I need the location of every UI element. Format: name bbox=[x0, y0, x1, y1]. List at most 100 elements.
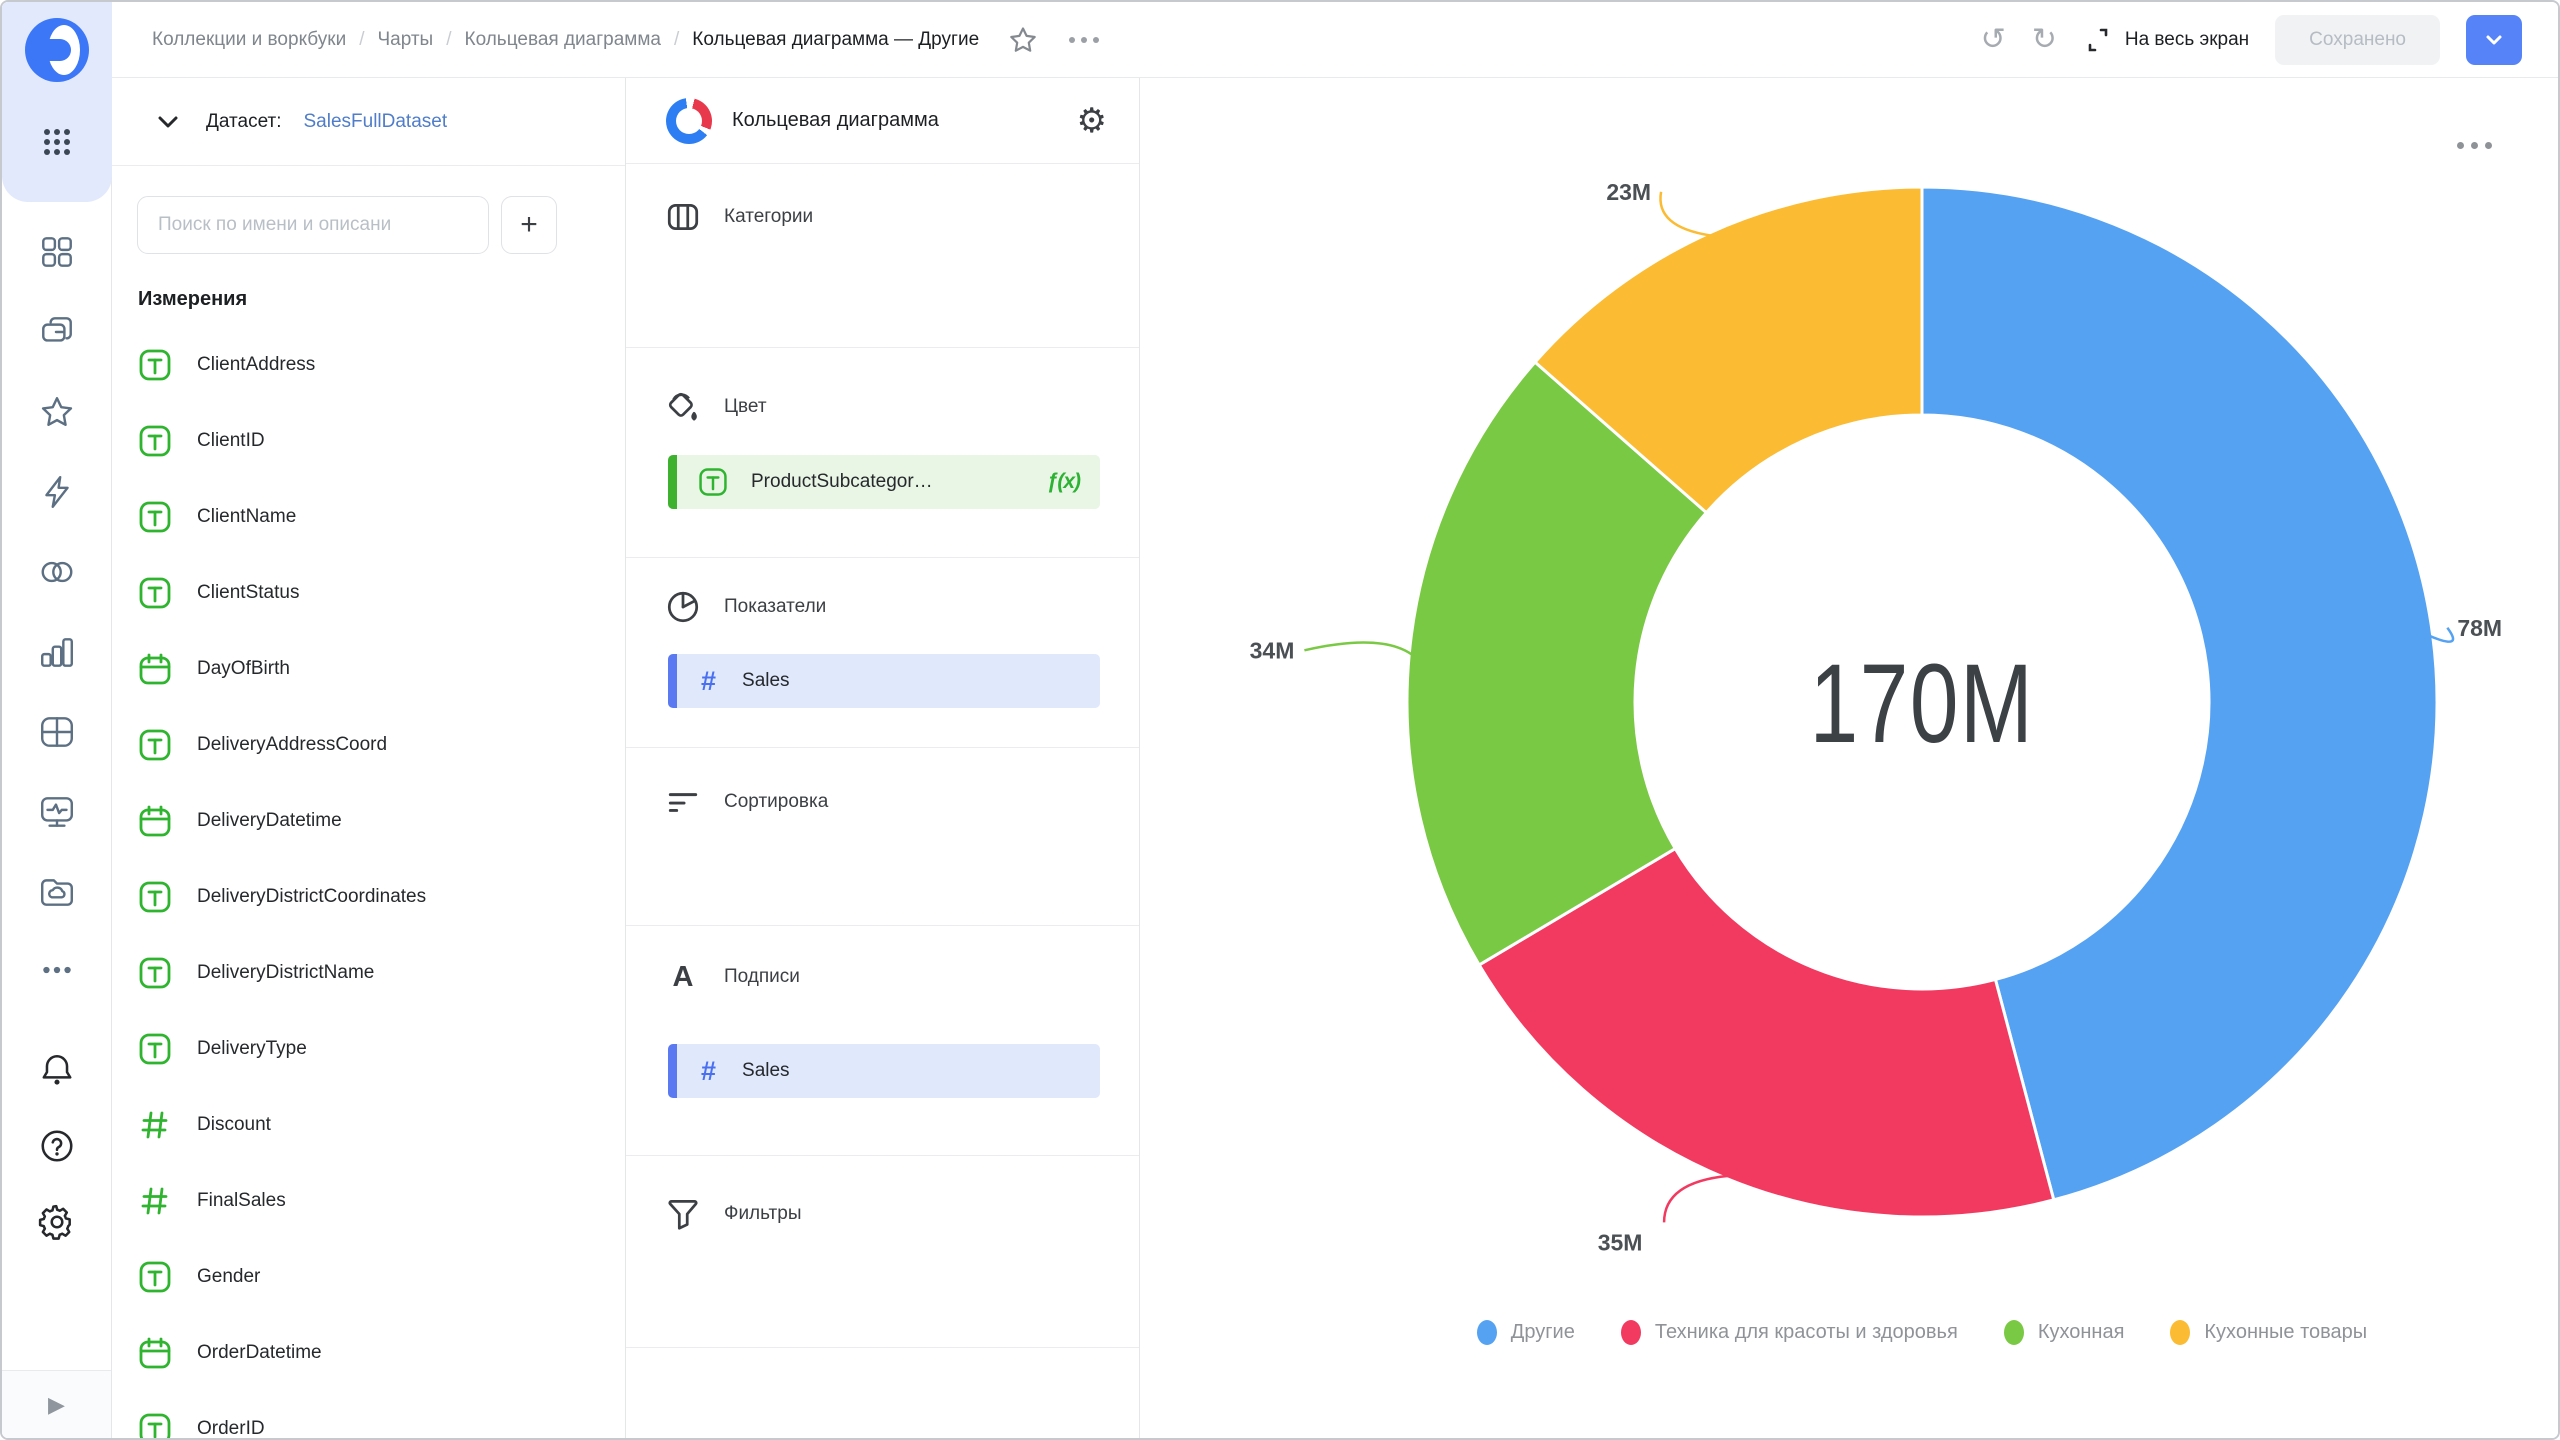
field-name: Gender bbox=[197, 1266, 260, 1288]
breadcrumb-separator: / bbox=[359, 29, 364, 51]
section-filters[interactable]: Фильтры bbox=[626, 1188, 1139, 1240]
section-label: Цвет bbox=[724, 396, 767, 418]
text-field-icon bbox=[137, 347, 173, 383]
field-row[interactable]: OrderDatetime bbox=[137, 1315, 567, 1391]
measure-field-pill[interactable]: # Sales bbox=[668, 654, 1100, 708]
field-name: DeliveryType bbox=[197, 1038, 307, 1060]
section-color[interactable]: Цвет bbox=[626, 381, 1139, 433]
chevron-down-icon[interactable] bbox=[152, 107, 184, 137]
breadcrumb-link[interactable]: Кольцевая диаграмма bbox=[465, 29, 661, 51]
add-field-button[interactable]: + bbox=[501, 196, 557, 254]
text-field-icon bbox=[137, 879, 173, 915]
help-button[interactable] bbox=[2, 1124, 112, 1168]
linked-circles-button[interactable] bbox=[2, 550, 112, 594]
field-search-row: + bbox=[137, 196, 557, 254]
legend-item[interactable]: Кухонная bbox=[2004, 1320, 2125, 1345]
dashboard-monitor-button[interactable] bbox=[2, 790, 112, 834]
collections-button[interactable] bbox=[2, 310, 112, 354]
topbar-actions: ↺ ↻ На весь экран Сохранено bbox=[1981, 2, 2522, 78]
measure-field-name: Sales bbox=[742, 670, 1100, 692]
number-field-icon bbox=[137, 1107, 173, 1143]
divider bbox=[626, 1347, 1139, 1348]
section-sort[interactable]: Сортировка bbox=[626, 776, 1139, 828]
breadcrumb-link[interactable]: Коллекции и воркбуки bbox=[152, 29, 346, 51]
redo-button[interactable]: ↻ bbox=[2032, 25, 2057, 55]
breadcrumb-links: Коллекции и воркбуки/Чарты/Кольцевая диа… bbox=[152, 29, 692, 51]
saved-button[interactable]: Сохранено bbox=[2275, 15, 2440, 65]
divider bbox=[626, 557, 1139, 558]
left-navigation-rail: ▶ bbox=[2, 2, 112, 1440]
breadcrumb-link[interactable]: Чарты bbox=[377, 29, 433, 51]
field-row[interactable]: ClientName bbox=[137, 479, 567, 555]
field-row[interactable]: ClientAddress bbox=[137, 327, 567, 403]
lightning-button[interactable] bbox=[2, 470, 112, 514]
undo-button[interactable]: ↺ bbox=[1981, 25, 2006, 55]
table-button[interactable] bbox=[2, 710, 112, 754]
legend-item[interactable]: Кухонные товары bbox=[2170, 1320, 2367, 1345]
chart-settings-gear-button[interactable]: ⚙ bbox=[1077, 104, 1107, 138]
divider bbox=[626, 925, 1139, 926]
apps-menu-button[interactable] bbox=[2, 120, 112, 164]
field-row[interactable]: DeliveryType bbox=[137, 1011, 567, 1087]
notifications-bell-button[interactable] bbox=[2, 1048, 112, 1092]
bar-chart-button[interactable] bbox=[2, 630, 112, 674]
field-row[interactable]: FinalSales bbox=[137, 1163, 567, 1239]
storage-folder-button[interactable] bbox=[2, 870, 112, 914]
section-measures[interactable]: Показатели bbox=[626, 581, 1139, 633]
color-field-pill[interactable]: ProductSubcategor… ƒ(x) bbox=[668, 455, 1100, 509]
save-dropdown-button[interactable] bbox=[2466, 15, 2522, 65]
section-categories[interactable]: Категории bbox=[626, 191, 1139, 243]
field-row[interactable]: Gender bbox=[137, 1239, 567, 1315]
legend-label: Техника для красоты и здоровья bbox=[1655, 1321, 1958, 1344]
field-row[interactable]: DeliveryDistrictCoordinates bbox=[137, 859, 567, 935]
legend-item[interactable]: Техника для красоты и здоровья bbox=[1621, 1320, 1958, 1345]
more-ellipsis-icon bbox=[38, 951, 76, 989]
chart-preview-panel: 78M35M34M23M170M Другие Техника для красо… bbox=[1140, 78, 2560, 1440]
field-name: OrderID bbox=[197, 1418, 265, 1440]
settings-gear-icon bbox=[38, 1203, 76, 1241]
text-field-icon bbox=[137, 499, 173, 535]
breadcrumb-more-button[interactable] bbox=[1069, 37, 1099, 43]
breadcrumb-current: Кольцевая диаграмма — Другие bbox=[692, 29, 979, 51]
section-labels[interactable]: A Подписи bbox=[626, 951, 1139, 1003]
settings-gear-button[interactable] bbox=[2, 1200, 112, 1244]
collections-icon bbox=[38, 313, 76, 351]
fullscreen-button[interactable]: На весь экран bbox=[2083, 25, 2249, 55]
dataset-fields-panel: Датасет: SalesFullDataset + Измерения Cl… bbox=[112, 78, 626, 1440]
favorites-star-button[interactable] bbox=[2, 390, 112, 434]
label-field-pill[interactable]: # Sales bbox=[668, 1044, 1100, 1098]
pill-accent bbox=[668, 455, 677, 509]
field-row[interactable]: ClientStatus bbox=[137, 555, 567, 631]
datalens-logo[interactable] bbox=[2, 16, 112, 84]
date-field-icon bbox=[137, 651, 173, 687]
field-name: DeliveryDistrictName bbox=[197, 962, 374, 984]
field-row[interactable]: Discount bbox=[137, 1087, 567, 1163]
favorite-star-button[interactable] bbox=[1007, 24, 1039, 56]
bar-chart-icon bbox=[38, 633, 76, 671]
field-row[interactable]: ClientID bbox=[137, 403, 567, 479]
donut-chart: 78M35M34M23M170M bbox=[1222, 78, 2560, 1402]
legend-item[interactable]: Другие bbox=[1477, 1320, 1575, 1345]
dataset-name-link[interactable]: SalesFullDataset bbox=[304, 111, 448, 133]
field-name: ClientID bbox=[197, 430, 265, 452]
datalens-logo-icon bbox=[23, 16, 91, 84]
field-name: DeliveryDistrictCoordinates bbox=[197, 886, 426, 908]
donut-chart-type-icon[interactable] bbox=[666, 98, 712, 144]
chart-config-panel: Кольцевая диаграмма ⚙ Категории Цвет bbox=[626, 78, 1140, 1440]
field-search-input[interactable] bbox=[137, 196, 489, 254]
dimensions-section-title: Измерения bbox=[138, 288, 247, 311]
datalens-chart-editor: Коллекции и воркбуки/Чарты/Кольцевая диа… bbox=[0, 0, 2560, 1440]
field-row[interactable]: DayOfBirth bbox=[137, 631, 567, 707]
dataset-label: Датасет: bbox=[206, 111, 282, 133]
navigation-squares-button[interactable] bbox=[2, 230, 112, 274]
formula-fx-icon[interactable]: ƒ(x) bbox=[1047, 470, 1080, 494]
more-ellipsis-button[interactable] bbox=[2, 948, 112, 992]
field-row[interactable]: OrderID bbox=[137, 1391, 567, 1440]
divider bbox=[626, 347, 1139, 348]
field-name: FinalSales bbox=[197, 1190, 286, 1212]
field-row[interactable]: DeliveryDatetime bbox=[137, 783, 567, 859]
expand-panel-button[interactable]: ▶ bbox=[48, 1393, 65, 1418]
section-label: Категории bbox=[724, 206, 813, 228]
field-row[interactable]: DeliveryDistrictName bbox=[137, 935, 567, 1011]
field-row[interactable]: DeliveryAddressCoord bbox=[137, 707, 567, 783]
